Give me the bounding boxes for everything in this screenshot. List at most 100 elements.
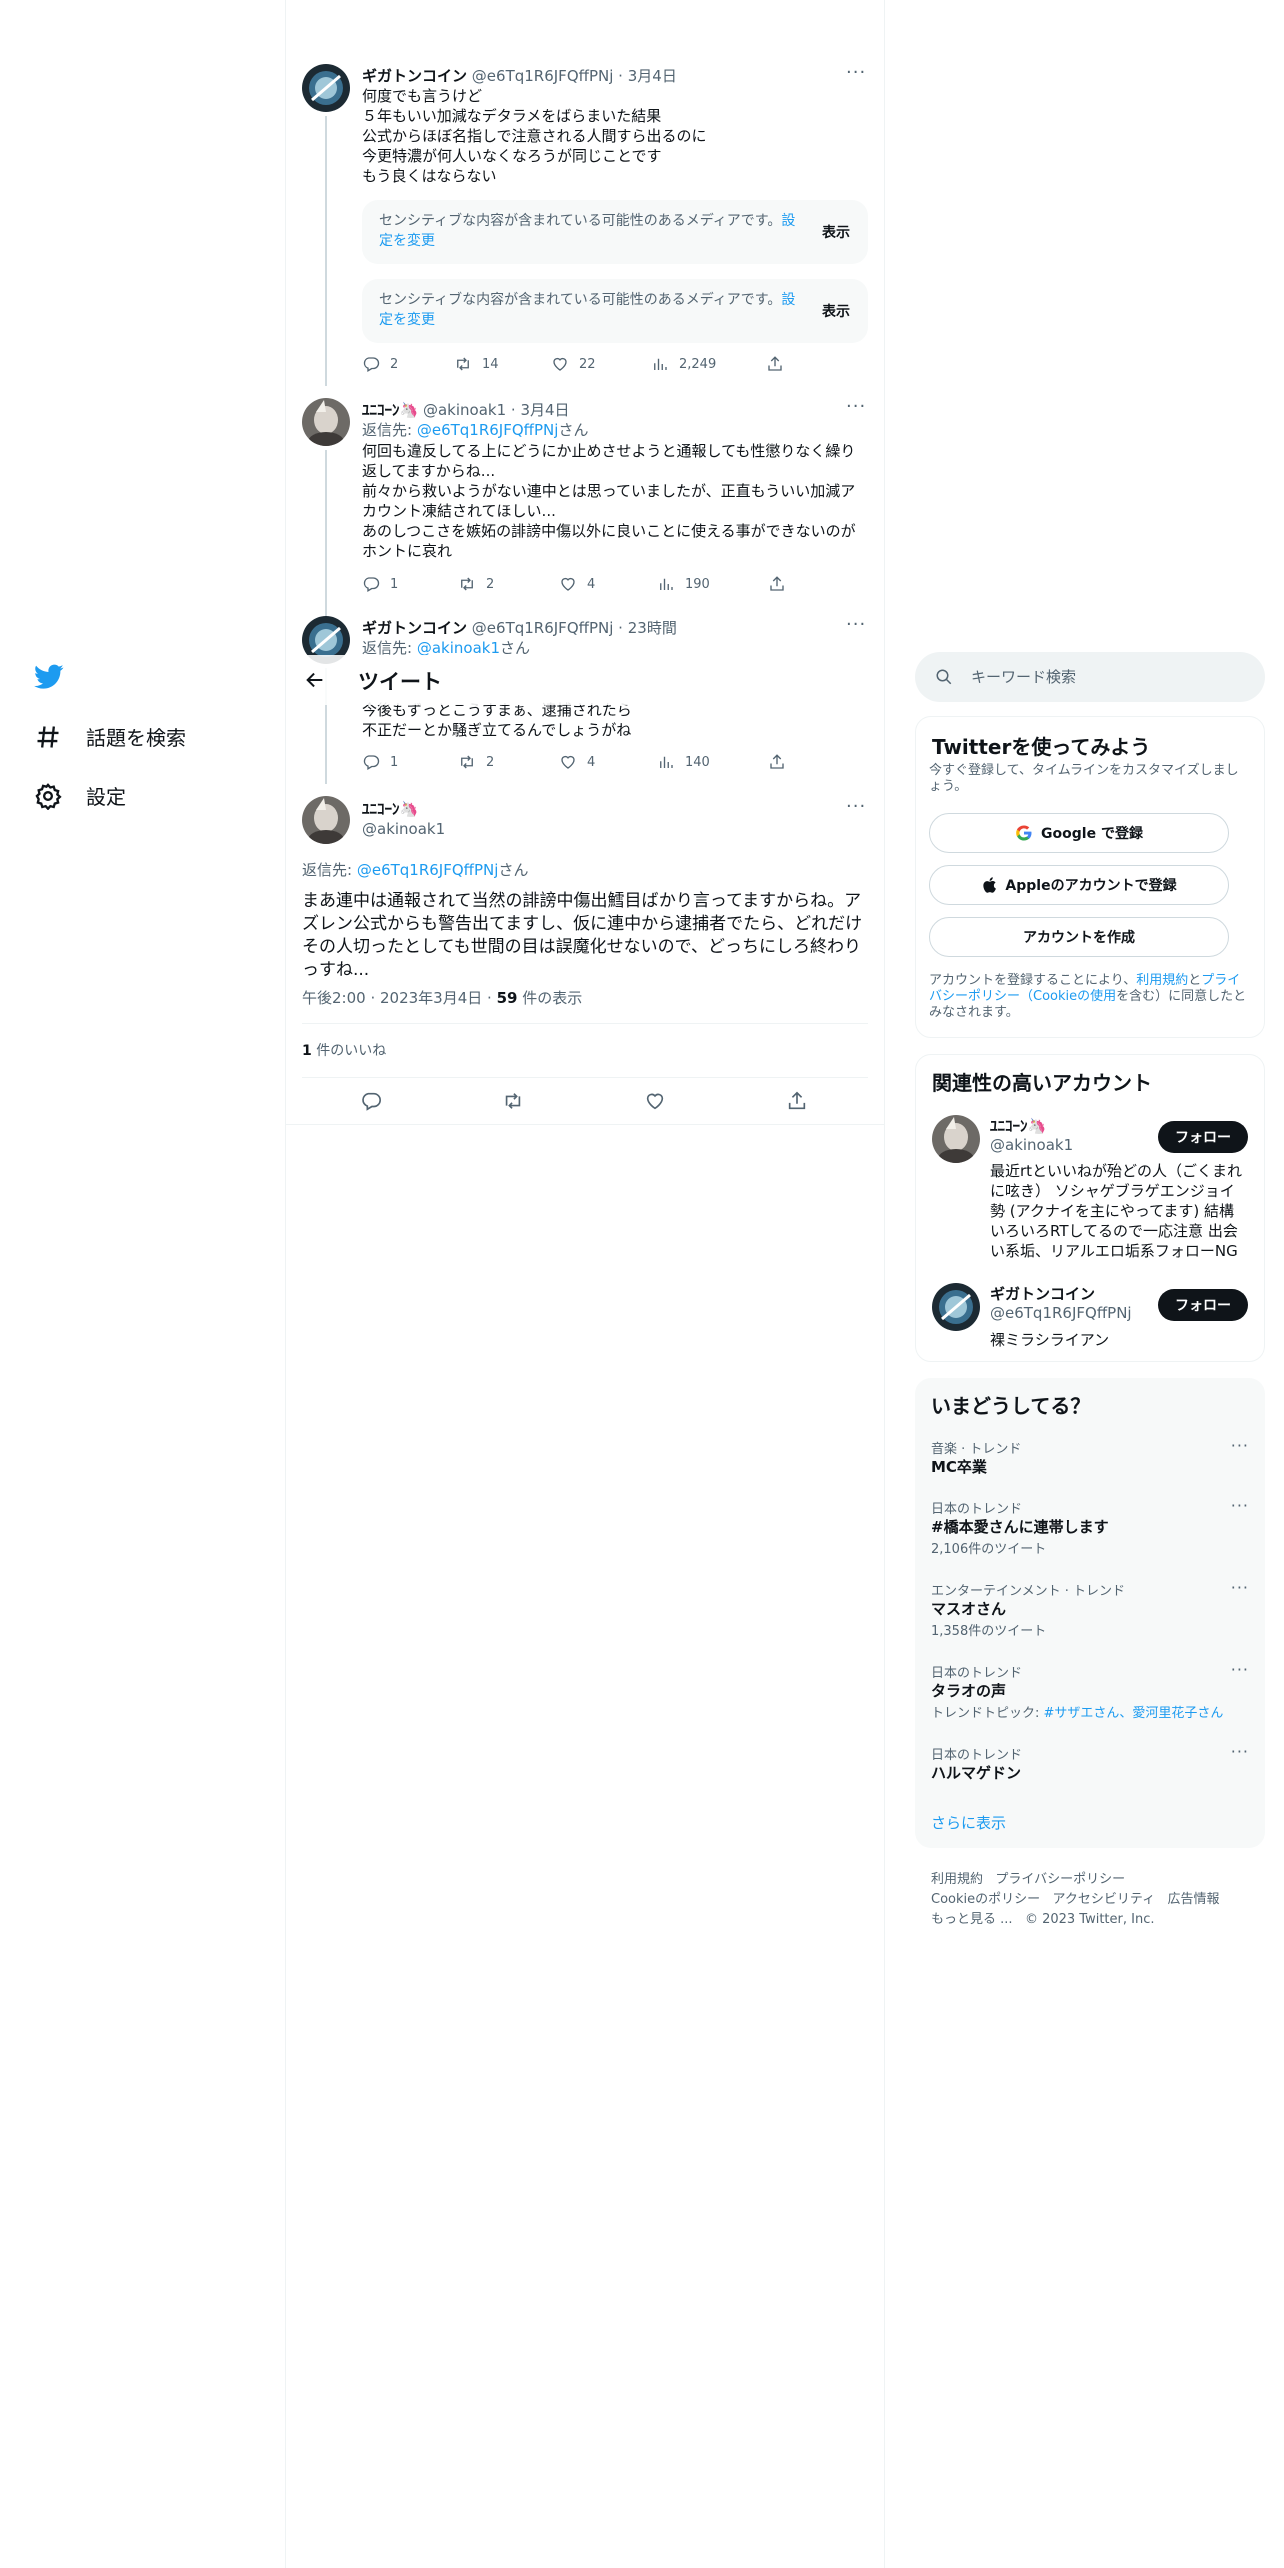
footer-accessibility-link[interactable]: アクセシビリティ	[1053, 1892, 1156, 1907]
like-button[interactable]: 22	[551, 355, 596, 373]
more-icon[interactable]: ···	[846, 62, 866, 83]
avatar[interactable]	[932, 1283, 980, 1331]
footer-ads-link[interactable]: 広告情報	[1168, 1892, 1220, 1907]
google-signup-button[interactable]: Google で登録	[929, 813, 1229, 853]
reply-to-link[interactable]: @e6Tq1R6JFQffPNj	[417, 421, 559, 439]
more-icon[interactable]: ···	[846, 614, 866, 635]
footer-line: 利用規約 プライバシーポリシー	[931, 1868, 1125, 1887]
divider	[286, 1124, 884, 1125]
follow-button[interactable]: フォロー	[1158, 1289, 1248, 1321]
trend-category: 音楽 · トレンド	[931, 1442, 1022, 1457]
retweet-button[interactable]: 14	[454, 355, 499, 373]
create-account-label: アカウントを作成	[1023, 930, 1135, 946]
views-icon	[660, 578, 673, 590]
share-button[interactable]	[768, 753, 786, 771]
footer-cookie-link[interactable]: Cookieのポリシー	[931, 1892, 1040, 1907]
more-icon[interactable]: ···	[1231, 1436, 1249, 1455]
show-media-button[interactable]: 表示	[822, 301, 850, 321]
more-icon[interactable]: ···	[1231, 1742, 1249, 1761]
tweet-time[interactable]: 3月4日	[520, 401, 569, 419]
account-name[interactable]: ギガトンコイン	[990, 1283, 1095, 1304]
avatar[interactable]	[932, 1115, 980, 1163]
back-arrow-icon[interactable]	[304, 669, 326, 691]
trend-item[interactable]: 日本のトレンド ハルマゲドン ···	[915, 1740, 1265, 1800]
reply-button[interactable]: 2	[362, 355, 398, 373]
author-handle[interactable]: @akinoak1	[423, 401, 506, 419]
trend-topics-link[interactable]: #サザエさん、愛河里花子さん	[1044, 1706, 1224, 1721]
sidebar-item-settings[interactable]: 設定	[34, 781, 126, 810]
avatar[interactable]	[302, 398, 350, 446]
tweet-actions: 1 2 4 190	[362, 575, 784, 595]
trend-item[interactable]: 音楽 · トレンド MC卒業 ···	[915, 1434, 1265, 1494]
author-handle[interactable]: @e6Tq1R6JFQffPNj	[472, 619, 614, 637]
share-button[interactable]	[766, 355, 784, 373]
google-icon	[1015, 824, 1033, 842]
author-handle[interactable]: @akinoak1	[362, 820, 445, 838]
tweet-time[interactable]: 午後2:00 · 2023年3月4日 ·	[302, 989, 497, 1007]
show-more-link[interactable]: さらに表示	[931, 1812, 1006, 1833]
footer-privacy-link[interactable]: プライバシーポリシー	[995, 1872, 1125, 1887]
trend-item[interactable]: エンターテインメント · トレンド マスオさん 1,358件のツイート ···	[915, 1576, 1265, 1656]
more-icon[interactable]: ···	[1231, 1660, 1249, 1679]
tweet-time[interactable]: 23時間	[628, 619, 677, 637]
reply-to-link[interactable]: @e6Tq1R6JFQffPNj	[357, 861, 499, 879]
like-button[interactable]: 4	[559, 575, 595, 593]
trend-item[interactable]: 日本のトレンド #橋本愛さんに連帯します 2,106件のツイート ···	[915, 1494, 1265, 1574]
author-name[interactable]: ギガトンコイン	[362, 619, 467, 637]
tweet-actions: 2 14 22 2,249	[362, 355, 782, 375]
more-icon[interactable]: ···	[846, 796, 866, 817]
thread-line	[325, 450, 327, 616]
views-button[interactable]: 190	[657, 575, 710, 593]
like-button[interactable]	[644, 1090, 666, 1112]
reply-button[interactable]	[360, 1090, 382, 1112]
signup-title: Twitterを使ってみよう	[932, 735, 1151, 759]
footer-more-link[interactable]: もっと見る ...	[931, 1912, 1013, 1927]
reply-to-label: 返信先:	[362, 421, 413, 439]
share-button[interactable]	[768, 575, 786, 593]
more-icon[interactable]: ···	[1231, 1578, 1249, 1597]
show-media-button[interactable]: 表示	[822, 222, 850, 242]
reply-to-line: 返信先: @e6Tq1R6JFQffPNjさん	[302, 859, 528, 880]
account-handle[interactable]: @akinoak1	[990, 1136, 1073, 1154]
reply-to-suffix: さん	[558, 421, 589, 439]
like-button[interactable]: 4	[559, 753, 595, 771]
create-account-button[interactable]: アカウントを作成	[929, 917, 1229, 957]
trend-item[interactable]: 日本のトレンド タラオの声 トレンドトピック: #サザエさん、愛河里花子さん ·…	[915, 1658, 1265, 1738]
reply-button[interactable]: 1	[362, 575, 398, 593]
search-bar[interactable]	[915, 652, 1265, 702]
follow-button[interactable]: フォロー	[1158, 1121, 1248, 1153]
views-button[interactable]: 140	[657, 753, 710, 771]
share-button[interactable]	[786, 1090, 808, 1112]
more-icon[interactable]: ···	[1231, 1496, 1249, 1515]
views-button[interactable]: 2,249	[651, 355, 716, 373]
likes-label: 件のいいね	[311, 1043, 387, 1059]
retweet-icon	[461, 755, 473, 769]
terms-link[interactable]: 利用規約	[1136, 973, 1188, 988]
more-icon[interactable]: ···	[846, 396, 866, 417]
footer-terms-link[interactable]: 利用規約	[931, 1872, 983, 1887]
account-name[interactable]: ﾕﾆｺｰﾝ🦄	[990, 1115, 1046, 1136]
tweet-time[interactable]: 3月4日	[628, 67, 677, 85]
author-handle[interactable]: @e6Tq1R6JFQffPNj	[472, 67, 614, 85]
sidebar-item-explore[interactable]: 話題を検索	[34, 722, 186, 751]
trend-category: 日本のトレンド	[931, 1666, 1023, 1681]
account-handle[interactable]: @e6Tq1R6JFQffPNj	[990, 1304, 1132, 1322]
avatar[interactable]	[302, 796, 350, 844]
retweet-button[interactable]: 2	[458, 753, 494, 771]
twitter-logo-icon[interactable]	[34, 664, 64, 690]
views-icon	[660, 756, 673, 768]
avatar[interactable]	[302, 64, 350, 112]
retweet-button[interactable]	[502, 1090, 524, 1112]
tweet-line: あのしつこさを嫉妬の誹謗中傷以外に良いことに使える事ができないのがホントに哀れ	[362, 522, 856, 560]
author-name[interactable]: ﾕﾆｺｰﾝ🦄	[362, 401, 418, 419]
reply-button[interactable]: 1	[362, 753, 398, 771]
likes-summary[interactable]: 1 件のいいね	[302, 1040, 386, 1060]
tweet-line: 何回も違反してる上にどうにか止めさせようと通報しても性懲りなく繰り返してますから…	[362, 442, 856, 480]
author-name[interactable]: ギガトンコイン	[362, 67, 467, 85]
cookie-link[interactable]: （Cookieの使用	[1020, 989, 1116, 1004]
retweet-button[interactable]: 2	[458, 575, 494, 593]
author-name[interactable]: ﾕﾆｺｰﾝ🦄	[362, 798, 418, 819]
search-input[interactable]	[971, 652, 1251, 702]
views-count: 190	[685, 576, 710, 592]
apple-signup-button[interactable]: Appleのアカウントで登録	[929, 865, 1229, 905]
